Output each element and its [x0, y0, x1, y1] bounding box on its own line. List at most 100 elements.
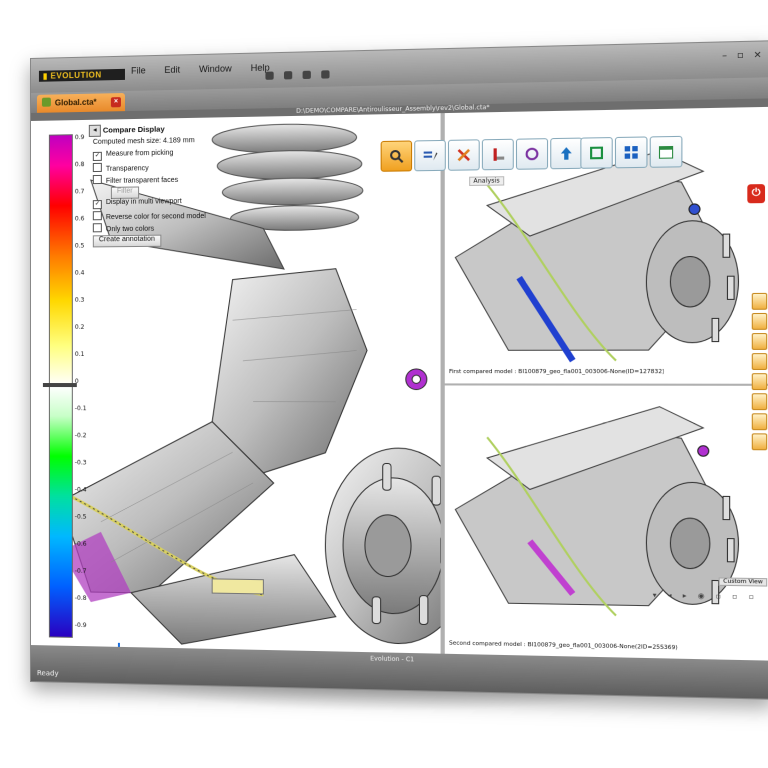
- filter-row: Filter: [89, 185, 223, 199]
- only-two-colors-label: Only two colors: [105, 225, 155, 234]
- window-controls[interactable]: – ▫ ×: [722, 50, 765, 62]
- scale-tick: 0.7: [74, 188, 85, 196]
- menu-edit[interactable]: Edit: [164, 65, 180, 75]
- tab-global[interactable]: Global.cta* ×: [36, 92, 125, 113]
- scale-tick: 0.8: [74, 161, 85, 169]
- frame-tool-button[interactable]: [580, 137, 613, 169]
- zoom-tool-button[interactable]: [380, 140, 413, 172]
- reverse-color-option[interactable]: Reverse color for second model: [89, 210, 223, 223]
- pen-tool-icon[interactable]: [751, 413, 768, 431]
- mesh-size-label: Computed mesh size:: [92, 137, 162, 146]
- mesh-size-value: 4.189 mm: [163, 137, 195, 145]
- scale-tick: -0.6: [74, 540, 87, 548]
- measure-checkbox[interactable]: ✓: [92, 151, 102, 161]
- measure-icon: [493, 148, 505, 161]
- menu-file[interactable]: File: [131, 65, 146, 75]
- annotation-row: Create annotation: [89, 234, 223, 248]
- document-icon: [41, 97, 51, 107]
- tools-icon: [456, 148, 471, 163]
- measure-from-picking-option[interactable]: ✓ Measure from picking: [89, 149, 223, 162]
- second-model-viewport[interactable]: Second compared model : BI100879_geo_fla…: [444, 385, 768, 662]
- transparency-label: Transparency: [105, 165, 149, 173]
- scale-tick: 0.4: [74, 269, 85, 277]
- display-multi-option[interactable]: ✓ Display in multi viewport: [89, 197, 223, 210]
- display-multi-label: Display in multi viewport: [105, 198, 182, 207]
- scale-tick: -0.8: [74, 594, 87, 603]
- layout-tool-button[interactable]: [614, 136, 648, 169]
- transparency-option[interactable]: Transparency: [89, 161, 223, 174]
- menu-bar: File Edit Window Help: [131, 62, 286, 75]
- scale-tick: 0.9: [74, 134, 85, 142]
- analysis-toolbar-2: [580, 134, 768, 173]
- save-icon[interactable]: [302, 70, 312, 80]
- filter-transparent-label: Filter transparent faces: [105, 176, 179, 185]
- scale-tick: -0.9: [74, 621, 87, 630]
- power-icon[interactable]: ⏻: [747, 184, 766, 204]
- list-tool-icon[interactable]: [751, 333, 768, 350]
- filter-transparent-option[interactable]: Filter transparent faces: [89, 173, 223, 186]
- export-icon: [560, 147, 572, 160]
- clock-tool-icon[interactable]: [751, 353, 768, 370]
- app-logo: ▮ EVOLUTION: [38, 68, 125, 82]
- reverse-color-checkbox[interactable]: [92, 211, 102, 221]
- panel-title: Compare Display: [102, 124, 165, 135]
- scale-tick: -0.2: [74, 432, 87, 440]
- tools-tool-button[interactable]: [447, 139, 480, 171]
- open-icon[interactable]: [284, 71, 293, 80]
- calendar-icon: [658, 144, 673, 159]
- measure-tool-button[interactable]: [481, 138, 514, 171]
- calendar-tool-button[interactable]: [649, 135, 683, 168]
- settings-tool-icon[interactable]: [751, 393, 768, 411]
- scale-tick: 0.3: [74, 296, 85, 304]
- annotate-tool-button[interactable]: [414, 139, 446, 172]
- compare-display-panel: ◂ Compare Display Computed mesh size: 4.…: [88, 121, 223, 274]
- zoom-icon: [389, 149, 404, 164]
- frame-icon: [589, 146, 604, 161]
- status-text: Ready: [36, 669, 59, 678]
- rotate-tool-button[interactable]: [515, 138, 549, 170]
- scale-tick: 0: [74, 378, 79, 386]
- scale-tick: 0.6: [74, 215, 85, 223]
- scale-tick: -0.5: [74, 513, 87, 521]
- only-two-colors-checkbox[interactable]: [92, 223, 102, 233]
- scale-tick: -0.1: [74, 405, 87, 413]
- scale-tick: -0.4: [74, 486, 87, 494]
- application-window: ▮ EVOLUTION File Edit Window Help – ▫ × …: [30, 40, 768, 700]
- right-side-toolbar: [751, 292, 768, 454]
- transparency-checkbox[interactable]: [92, 162, 102, 173]
- filter-button[interactable]: Filter: [110, 186, 139, 199]
- view-controls[interactable]: ▾ ◂ ▸ ◉ ▫ ▫ ▫: [653, 591, 759, 601]
- only-two-colors-option[interactable]: Only two colors: [89, 222, 223, 235]
- create-annotation-button[interactable]: Create annotation: [92, 234, 161, 248]
- annotate-icon: [423, 151, 438, 161]
- layout-icon: [624, 146, 638, 159]
- export-tool-button[interactable]: [550, 137, 583, 170]
- filter-transparent-checkbox[interactable]: [92, 174, 102, 185]
- custom-view-button[interactable]: Custom View: [718, 577, 768, 587]
- scale-tick: -0.3: [74, 459, 87, 467]
- pin-icon[interactable]: [265, 71, 274, 80]
- measure-label: Measure from picking: [105, 149, 174, 158]
- scale-tick: 0.5: [74, 242, 85, 250]
- first-model-label: First compared model : BI100879_geo_fla0…: [449, 368, 665, 376]
- collapse-panel-button[interactable]: ◂: [88, 124, 101, 137]
- rotate-icon: [525, 147, 540, 162]
- reverse-color-label: Reverse color for second model: [105, 212, 206, 222]
- select-tool-icon[interactable]: [751, 292, 768, 310]
- target-tool-icon[interactable]: [751, 312, 768, 330]
- print-icon[interactable]: [321, 70, 330, 79]
- tab-label: Global.cta*: [54, 97, 97, 108]
- scale-tick: 0.1: [74, 350, 85, 358]
- menu-window[interactable]: Window: [199, 63, 232, 74]
- chart-tool-icon[interactable]: [751, 373, 768, 391]
- close-tab-icon[interactable]: ×: [110, 97, 121, 108]
- display-multi-checkbox[interactable]: ✓: [92, 200, 102, 210]
- scale-tick: 0.2: [74, 323, 85, 331]
- analysis-tooltip: Analysis: [469, 176, 504, 187]
- mesh-size-row: Computed mesh size: 4.189 mm: [89, 137, 223, 150]
- main-viewport[interactable]: 0.9 0.8 0.7 0.6 0.5 0.4 0.3 0.2 0.1 0 -0…: [30, 113, 441, 655]
- box-tool-icon[interactable]: [751, 433, 768, 451]
- second-model-render[interactable]: [445, 385, 768, 661]
- color-scale-handle[interactable]: [42, 383, 77, 388]
- quick-toolbar: [265, 63, 335, 84]
